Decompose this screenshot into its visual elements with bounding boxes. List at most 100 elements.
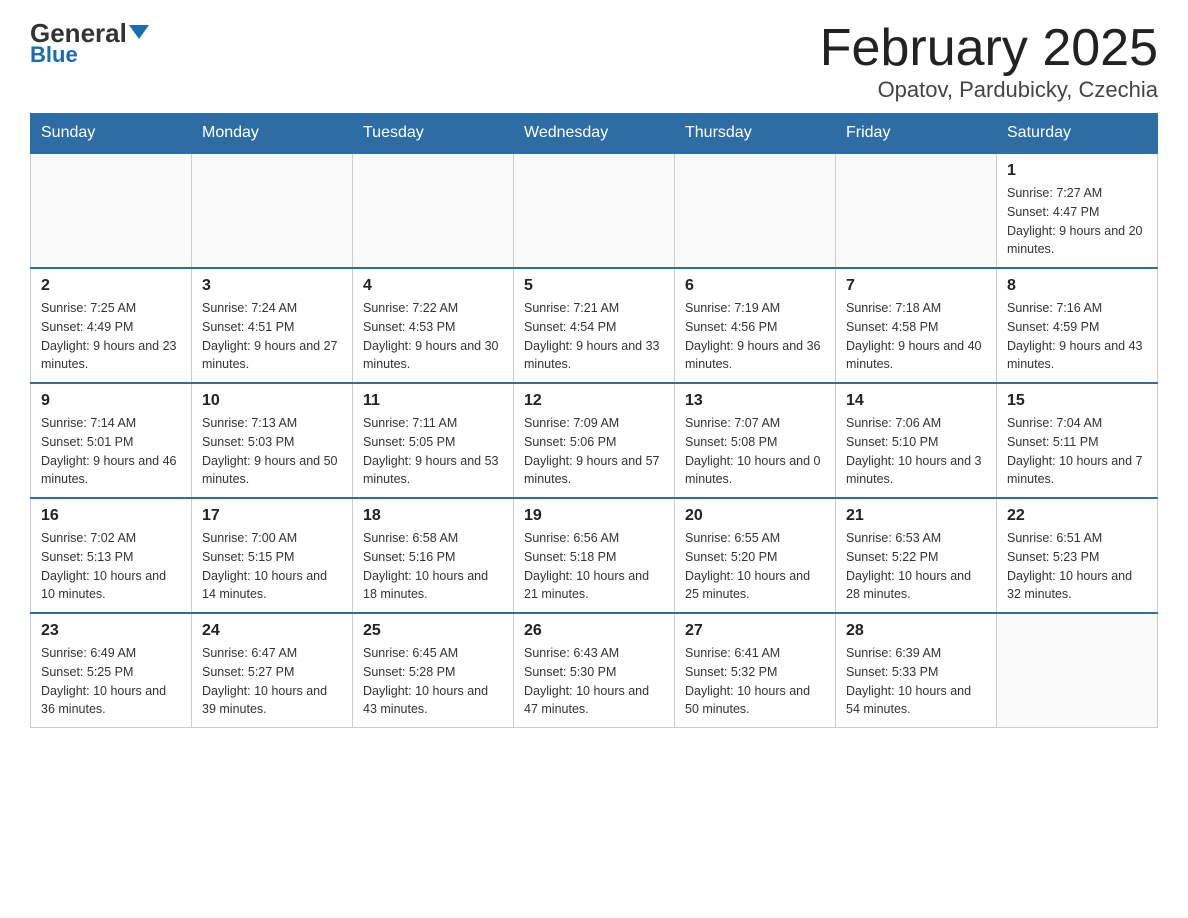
day-number: 24 xyxy=(202,622,342,640)
day-info: Sunrise: 7:14 AMSunset: 5:01 PMDaylight:… xyxy=(41,414,181,489)
day-info: Sunrise: 7:02 AMSunset: 5:13 PMDaylight:… xyxy=(41,529,181,604)
day-info: Sunrise: 6:41 AMSunset: 5:32 PMDaylight:… xyxy=(685,644,825,719)
day-info: Sunrise: 7:07 AMSunset: 5:08 PMDaylight:… xyxy=(685,414,825,489)
day-info: Sunrise: 7:06 AMSunset: 5:10 PMDaylight:… xyxy=(846,414,986,489)
day-of-week-header: Sunday xyxy=(31,114,192,154)
day-number: 18 xyxy=(363,507,503,525)
day-info: Sunrise: 6:43 AMSunset: 5:30 PMDaylight:… xyxy=(524,644,664,719)
day-number: 5 xyxy=(524,277,664,295)
day-number: 22 xyxy=(1007,507,1147,525)
day-info: Sunrise: 6:49 AMSunset: 5:25 PMDaylight:… xyxy=(41,644,181,719)
calendar-cell: 2 Sunrise: 7:25 AMSunset: 4:49 PMDaylight… xyxy=(31,268,192,383)
day-number: 20 xyxy=(685,507,825,525)
calendar-cell: 18 Sunrise: 6:58 AMSunset: 5:16 PMDayligh… xyxy=(353,498,514,613)
calendar-cell: 14 Sunrise: 7:06 AMSunset: 5:10 PMDayligh… xyxy=(836,383,997,498)
day-of-week-header: Tuesday xyxy=(353,114,514,154)
day-of-week-header: Saturday xyxy=(997,114,1158,154)
calendar-cell xyxy=(514,153,675,268)
calendar-cell: 3Sunrise: 7:24 AMSunset: 4:51 PMDaylight… xyxy=(192,268,353,383)
day-info: Sunrise: 7:04 AMSunset: 5:11 PMDaylight:… xyxy=(1007,414,1147,489)
day-number: 13 xyxy=(685,392,825,410)
calendar-cell: 12 Sunrise: 7:09 AMSunset: 5:06 PMDayligh… xyxy=(514,383,675,498)
calendar-cell: 11Sunrise: 7:11 AMSunset: 5:05 PMDayligh… xyxy=(353,383,514,498)
calendar-cell: 21Sunrise: 6:53 AMSunset: 5:22 PMDayligh… xyxy=(836,498,997,613)
calendar-cell: 19 Sunrise: 6:56 AMSunset: 5:18 PMDayligh… xyxy=(514,498,675,613)
day-number: 26 xyxy=(524,622,664,640)
calendar-week-row: 23 Sunrise: 6:49 AMSunset: 5:25 PMDayligh… xyxy=(31,613,1158,728)
calendar-table: SundayMondayTuesdayWednesdayThursdayFrid… xyxy=(30,113,1158,728)
day-number: 28 xyxy=(846,622,986,640)
day-info: Sunrise: 6:56 AMSunset: 5:18 PMDaylight:… xyxy=(524,529,664,604)
day-info: Sunrise: 6:58 AMSunset: 5:16 PMDaylight:… xyxy=(363,529,503,604)
day-of-week-header: Friday xyxy=(836,114,997,154)
day-info: Sunrise: 7:13 AMSunset: 5:03 PMDaylight:… xyxy=(202,414,342,489)
day-number: 9 xyxy=(41,392,181,410)
day-number: 8 xyxy=(1007,277,1147,295)
day-number: 16 xyxy=(41,507,181,525)
logo-blue: Blue xyxy=(30,42,78,68)
calendar-cell xyxy=(675,153,836,268)
logo: General Blue xyxy=(30,20,149,68)
day-number: 21 xyxy=(846,507,986,525)
day-number: 27 xyxy=(685,622,825,640)
day-info: Sunrise: 6:47 AMSunset: 5:27 PMDaylight:… xyxy=(202,644,342,719)
day-of-week-header: Monday xyxy=(192,114,353,154)
calendar-cell: 27 Sunrise: 6:41 AMSunset: 5:32 PMDayligh… xyxy=(675,613,836,728)
day-info: Sunrise: 6:45 AMSunset: 5:28 PMDaylight:… xyxy=(363,644,503,719)
calendar-cell xyxy=(353,153,514,268)
day-info: Sunrise: 7:22 AMSunset: 4:53 PMDaylight:… xyxy=(363,299,503,374)
calendar-cell: 23 Sunrise: 6:49 AMSunset: 5:25 PMDayligh… xyxy=(31,613,192,728)
calendar-week-row: 16 Sunrise: 7:02 AMSunset: 5:13 PMDayligh… xyxy=(31,498,1158,613)
calendar-cell xyxy=(31,153,192,268)
calendar-cell: 5 Sunrise: 7:21 AMSunset: 4:54 PMDaylight… xyxy=(514,268,675,383)
day-number: 1 xyxy=(1007,162,1147,180)
calendar-cell xyxy=(997,613,1158,728)
day-of-week-header: Thursday xyxy=(675,114,836,154)
calendar-cell: 8 Sunrise: 7:16 AMSunset: 4:59 PMDaylight… xyxy=(997,268,1158,383)
day-number: 7 xyxy=(846,277,986,295)
calendar-cell: 1 Sunrise: 7:27 AMSunset: 4:47 PMDaylight… xyxy=(997,153,1158,268)
day-info: Sunrise: 7:16 AMSunset: 4:59 PMDaylight:… xyxy=(1007,299,1147,374)
day-info: Sunrise: 7:19 AMSunset: 4:56 PMDaylight:… xyxy=(685,299,825,374)
calendar-cell: 6Sunrise: 7:19 AMSunset: 4:56 PMDaylight… xyxy=(675,268,836,383)
calendar-cell xyxy=(836,153,997,268)
day-info: Sunrise: 7:21 AMSunset: 4:54 PMDaylight:… xyxy=(524,299,664,374)
day-info: Sunrise: 7:18 AMSunset: 4:58 PMDaylight:… xyxy=(846,299,986,374)
day-number: 19 xyxy=(524,507,664,525)
day-info: Sunrise: 7:09 AMSunset: 5:06 PMDaylight:… xyxy=(524,414,664,489)
calendar-cell: 16 Sunrise: 7:02 AMSunset: 5:13 PMDayligh… xyxy=(31,498,192,613)
day-number: 3 xyxy=(202,277,342,295)
calendar-cell: 9 Sunrise: 7:14 AMSunset: 5:01 PMDaylight… xyxy=(31,383,192,498)
calendar-week-row: 2 Sunrise: 7:25 AMSunset: 4:49 PMDaylight… xyxy=(31,268,1158,383)
calendar-cell: 15Sunrise: 7:04 AMSunset: 5:11 PMDayligh… xyxy=(997,383,1158,498)
day-info: Sunrise: 7:00 AMSunset: 5:15 PMDaylight:… xyxy=(202,529,342,604)
calendar-cell: 17Sunrise: 7:00 AMSunset: 5:15 PMDayligh… xyxy=(192,498,353,613)
day-info: Sunrise: 6:51 AMSunset: 5:23 PMDaylight:… xyxy=(1007,529,1147,604)
calendar-cell: 28Sunrise: 6:39 AMSunset: 5:33 PMDayligh… xyxy=(836,613,997,728)
calendar-cell: 13 Sunrise: 7:07 AMSunset: 5:08 PMDayligh… xyxy=(675,383,836,498)
page-title: February 2025 xyxy=(820,20,1158,77)
day-info: Sunrise: 7:25 AMSunset: 4:49 PMDaylight:… xyxy=(41,299,181,374)
day-info: Sunrise: 7:11 AMSunset: 5:05 PMDaylight:… xyxy=(363,414,503,489)
calendar-cell: 25Sunrise: 6:45 AMSunset: 5:28 PMDayligh… xyxy=(353,613,514,728)
calendar-cell: 4Sunrise: 7:22 AMSunset: 4:53 PMDaylight… xyxy=(353,268,514,383)
calendar-cell: 7 Sunrise: 7:18 AMSunset: 4:58 PMDaylight… xyxy=(836,268,997,383)
day-info: Sunrise: 6:55 AMSunset: 5:20 PMDaylight:… xyxy=(685,529,825,604)
calendar-week-row: 9 Sunrise: 7:14 AMSunset: 5:01 PMDaylight… xyxy=(31,383,1158,498)
calendar-cell: 20 Sunrise: 6:55 AMSunset: 5:20 PMDayligh… xyxy=(675,498,836,613)
day-number: 14 xyxy=(846,392,986,410)
calendar-header-row: SundayMondayTuesdayWednesdayThursdayFrid… xyxy=(31,114,1158,154)
day-of-week-header: Wednesday xyxy=(514,114,675,154)
day-number: 2 xyxy=(41,277,181,295)
calendar-week-row: 1 Sunrise: 7:27 AMSunset: 4:47 PMDaylight… xyxy=(31,153,1158,268)
day-number: 23 xyxy=(41,622,181,640)
title-block: February 2025 Opatov, Pardubicky, Czechi… xyxy=(820,20,1158,103)
calendar-cell: 26 Sunrise: 6:43 AMSunset: 5:30 PMDayligh… xyxy=(514,613,675,728)
day-info: Sunrise: 7:27 AMSunset: 4:47 PMDaylight:… xyxy=(1007,184,1147,259)
day-number: 10 xyxy=(202,392,342,410)
page-header: General Blue February 2025 Opatov, Pardu… xyxy=(30,20,1158,103)
day-number: 12 xyxy=(524,392,664,410)
logo-triangle-icon xyxy=(129,25,149,39)
page-subtitle: Opatov, Pardubicky, Czechia xyxy=(820,77,1158,103)
calendar-cell: 24 Sunrise: 6:47 AMSunset: 5:27 PMDayligh… xyxy=(192,613,353,728)
